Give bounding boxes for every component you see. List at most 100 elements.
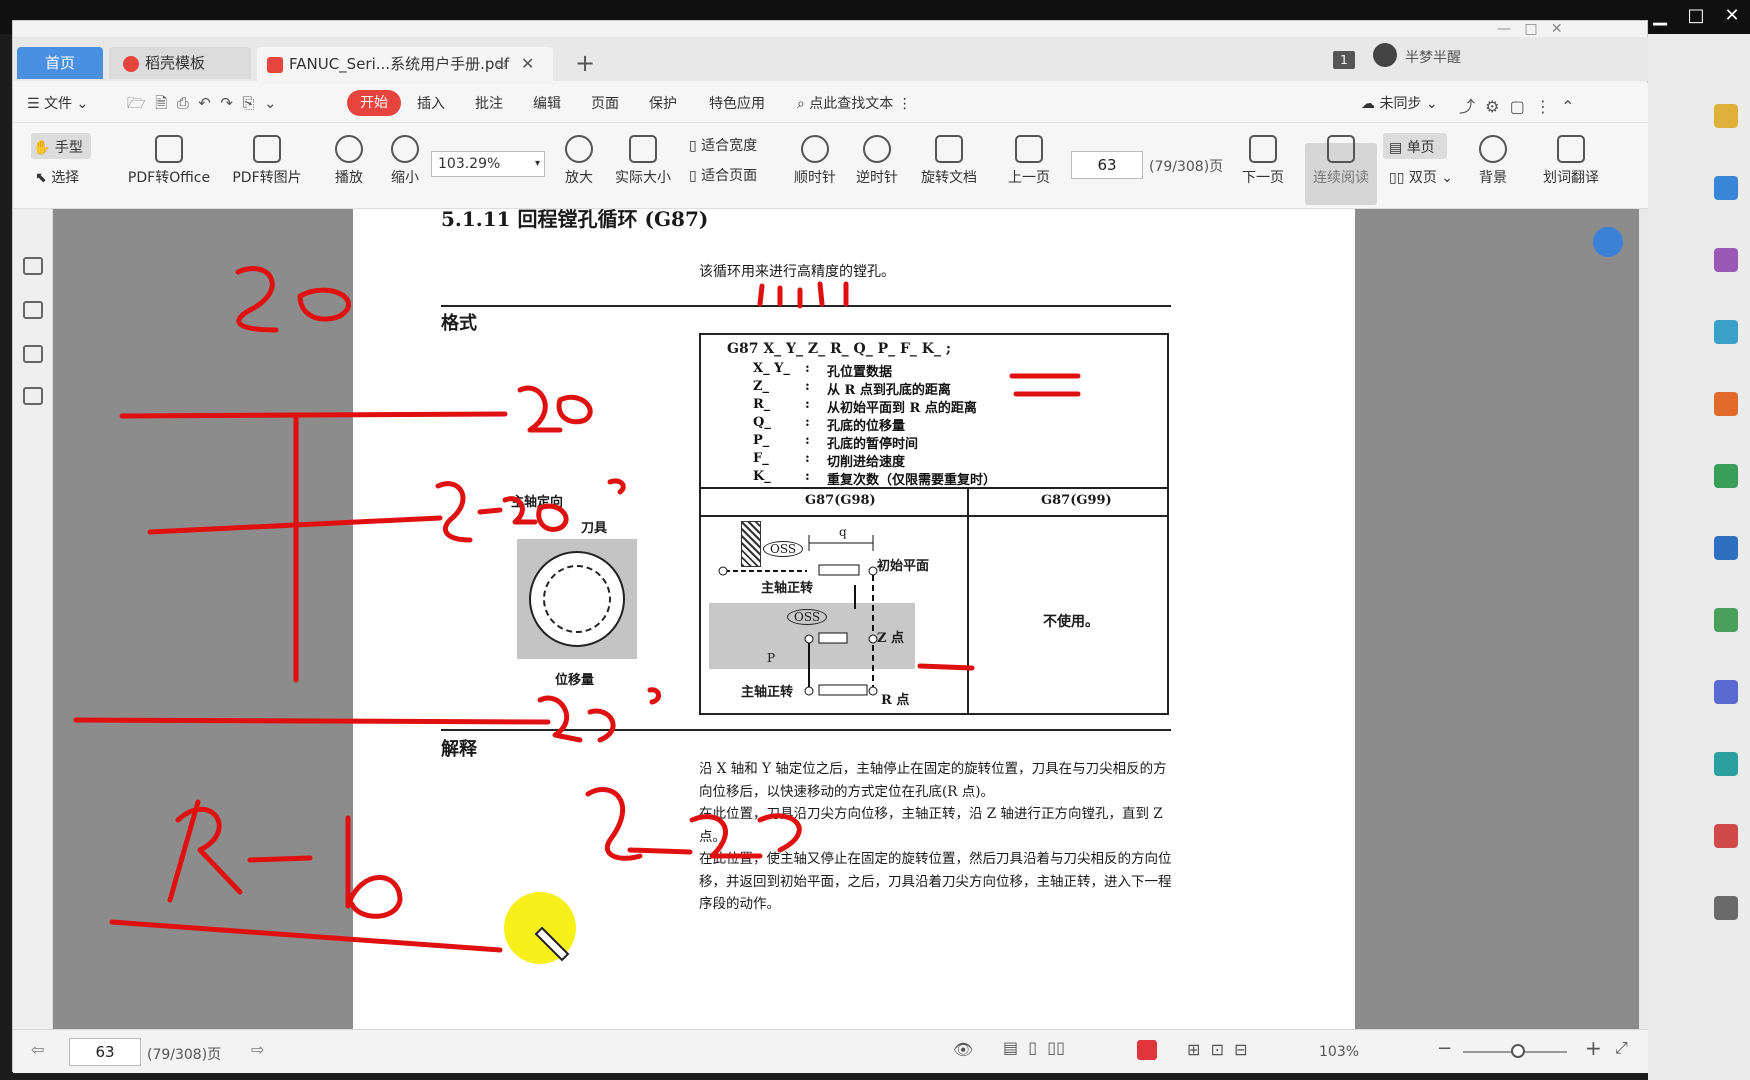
tool-4-icon[interactable] [1714,320,1738,344]
outline-icon[interactable] [23,257,43,275]
explain-line: 序段的动作。 [699,896,780,912]
play-icon[interactable] [1137,1040,1157,1060]
os-maximize-button[interactable]: □ [1684,6,1708,28]
menu-page[interactable]: 页面 [591,93,619,113]
continuous-read-button[interactable]: 连续阅读 [1309,135,1373,187]
menu-special[interactable]: 特色应用 [709,93,765,113]
tool-3-icon[interactable] [1714,248,1738,272]
zoom-out-button[interactable]: 缩小 [385,135,425,187]
menu-file-label: 文件 [44,96,73,112]
translate-button[interactable]: 划词翻译 [1535,135,1607,187]
fit-width-button[interactable]: ▯ 适合宽度 [689,135,757,155]
hand-icon: ✋ [33,140,55,156]
quick-toolbar[interactable]: 🗁 🗎 ⎙ ↶ ↷ ⎘ ⌄ [127,93,277,118]
arrow-right-icon [1249,135,1277,163]
continuous-label: 连续阅读 [1313,170,1369,186]
menu-protect[interactable]: 保护 [649,93,677,113]
user-name[interactable]: 半梦半醒 [1405,47,1461,67]
pdf-to-office-button[interactable]: PDF转Office [121,135,217,187]
single-page-button[interactable]: ▤ 单页 [1389,137,1435,157]
col-g99-header: G87(G99) [1041,493,1112,508]
fullscreen-icon[interactable]: ⤢ [1615,1038,1628,1058]
tool-1-icon[interactable] [1714,104,1738,128]
chevron-down-icon: ▾ [534,158,540,169]
zoom-select[interactable]: 103.29% ▾ [431,151,545,177]
tool-7-icon[interactable] [1714,536,1738,560]
zoom-out-icon [391,135,419,163]
prev-page-label: 上一页 [1008,170,1050,186]
tool-12-icon[interactable] [1714,896,1738,920]
zoom-minus-icon[interactable]: − [1437,1038,1452,1059]
page-count: (79/308)页 [1149,159,1224,175]
zoom-plus-icon[interactable]: + [1585,1036,1602,1060]
rotate-cw-button[interactable]: 顺时针 [791,135,839,187]
tool-8-icon[interactable] [1714,608,1738,632]
rotate-doc-button[interactable]: 旋转文档 [917,135,981,187]
prev-page-button[interactable]: 上一页 [1005,135,1053,187]
play-icon [335,135,363,163]
tab-home[interactable]: 首页 [17,47,103,79]
sync-status[interactable]: ☁ 未同步 ⌄ [1361,93,1438,113]
select-tool-button[interactable]: ⬉ 选择 [35,167,79,187]
annotation-list-icon[interactable] [23,387,43,405]
status-page-input[interactable]: 63 [69,1038,141,1066]
actual-size-button[interactable]: 实际大小 [611,135,675,187]
param-desc: 孔位置数据 [827,365,893,380]
bookmark-icon[interactable] [23,345,43,363]
floating-tool-button[interactable] [1593,227,1623,257]
menu-insert[interactable]: 插入 [417,93,445,113]
tab-pdf-file[interactable]: FANUC_Seri...系统用户手册.pdf ▭ ✕ [257,47,553,81]
tool-9-icon[interactable] [1714,680,1738,704]
double-label: 双页 [1408,170,1437,186]
page-number-input[interactable]: 63 [1071,151,1143,179]
close-tab-icon[interactable]: ✕ [521,47,534,81]
thumbnail-icon[interactable] [23,301,43,319]
play-button[interactable]: 播放 [329,135,369,187]
next-page-button[interactable]: 下一页 [1239,135,1287,187]
background-button[interactable]: 背景 [1469,135,1517,187]
tab-home-label: 首页 [44,54,75,72]
eye-icon[interactable]: 👁 [953,1040,973,1059]
param-colon: : [805,397,810,412]
menu-start[interactable]: 开始 [347,90,401,116]
prev-page-icon[interactable]: ⇦ [31,1040,44,1059]
avatar[interactable] [1373,43,1397,67]
rotate-ccw-label: 逆时针 [856,170,898,186]
cloud-icon: ☁ [1361,96,1380,112]
view-mode-icons[interactable]: ▤ ▯ ▯▯ [1003,1038,1065,1057]
tool-10-icon[interactable] [1714,752,1738,776]
tool-11-icon[interactable] [1714,824,1738,848]
new-tab-button[interactable]: + [575,49,595,77]
menu-right-icons[interactable]: ⤴ ⚙ ▢ ⋮ ⌃ [1459,93,1575,117]
tool-2-icon[interactable] [1714,176,1738,200]
rotate-cw-label: 顺时针 [794,170,836,186]
os-close-button[interactable]: ✕ [1720,6,1744,28]
menu-edit[interactable]: 编辑 [533,93,561,113]
rotate-cw-icon [801,135,829,163]
tool-5-icon[interactable] [1714,392,1738,416]
tool-6-icon[interactable] [1714,464,1738,488]
tab-template[interactable]: 稻壳模板 [109,47,251,79]
param-colon: : [805,469,810,484]
menu-file[interactable]: ☰ 文件 ⌄ [27,93,88,113]
window-controls[interactable]: — □ ✕ [1497,21,1563,37]
pdf-to-image-button[interactable]: PDF转图片 [227,135,307,187]
double-page-button[interactable]: ▯▯ 双页 ⌄ [1389,167,1453,187]
document-view[interactable]: 5.1.11 回程镗孔循环 (G87) 该循环用来进行高精度的镗孔。 格式 G8… [53,209,1649,1037]
page-badge[interactable]: 1 [1333,51,1355,69]
os-minimize-button[interactable]: ▁ [1648,6,1672,28]
param-code: X_ Y_ [753,361,790,376]
menu-annotate[interactable]: 批注 [475,93,503,113]
zoom-in-button[interactable]: 放大 [559,135,599,187]
hand-tool-button[interactable]: ✋ 手型 [33,137,83,157]
actual-size-icon [629,135,657,163]
section-title: 5.1.11 回程镗孔循环 (G87) [441,209,709,231]
search-text[interactable]: ⌕ 点此查找文本 ⋮ [797,93,912,113]
fit-icons[interactable]: ⊞ ⊡ ⊟ [1187,1040,1248,1059]
zoom-slider-knob[interactable] [1511,1044,1525,1058]
next-page-icon[interactable]: ⇨ [251,1040,264,1059]
fit-page-button[interactable]: ▯ 适合页面 [689,165,757,185]
rotate-ccw-button[interactable]: 逆时针 [853,135,901,187]
spindle-orient-label: 主轴定向 [511,495,564,510]
fit-width-label: 适合宽度 [701,138,758,154]
